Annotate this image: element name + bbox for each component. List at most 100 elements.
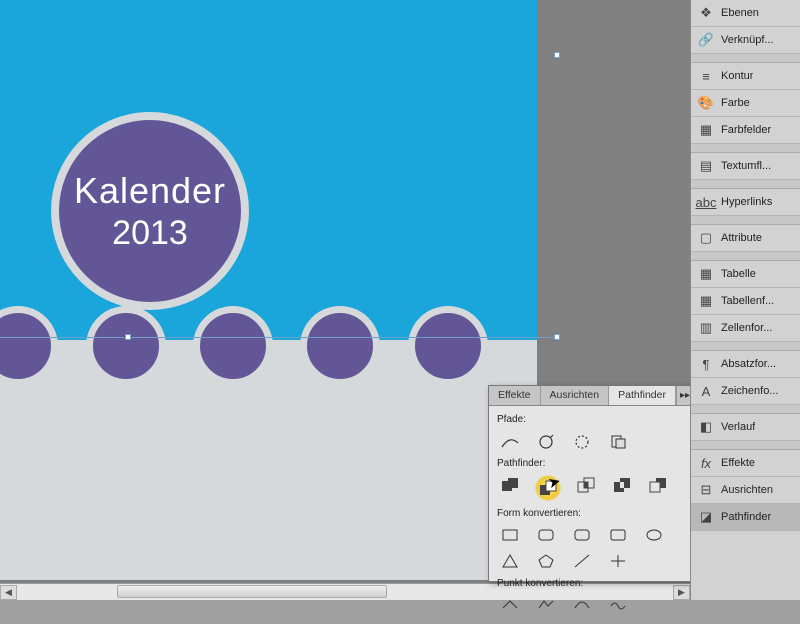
panel-textumfluss[interactable]: ▤ Textumfl... — [691, 153, 800, 180]
title-text-2: 2013 — [112, 214, 188, 253]
panel-separator — [691, 216, 800, 225]
charstyles-icon: A — [697, 383, 715, 399]
selection-handle[interactable] — [554, 52, 560, 58]
panel-separator — [691, 342, 800, 351]
panel-separator — [691, 54, 800, 63]
panel-farbe[interactable]: 🎨 Farbe — [691, 90, 800, 117]
panel-label: Ebenen — [721, 7, 759, 19]
stroke-icon: ≡ — [697, 68, 715, 84]
shape-inverserect-icon[interactable] — [607, 525, 629, 545]
pathfinder-intersect-icon[interactable] — [575, 475, 597, 495]
attributes-icon: ▢ — [697, 230, 715, 246]
shape-orthogonal-icon[interactable] — [607, 551, 629, 571]
pathfinder-add-icon[interactable] — [499, 475, 521, 495]
title-text-1: Kalender — [74, 170, 226, 212]
path-open-icon[interactable] — [535, 431, 557, 451]
pathfinder-minus-back-icon[interactable] — [647, 475, 669, 495]
parastyles-icon: ¶ — [697, 356, 715, 372]
tab-ausrichten[interactable]: Ausrichten — [541, 386, 610, 405]
panel-label: Hyperlinks — [721, 196, 772, 208]
table-icon: ▦ — [697, 266, 715, 282]
panel-label: Farbfelder — [721, 124, 771, 136]
shape-bevelrect-icon[interactable] — [571, 525, 593, 545]
selection-handle[interactable] — [554, 334, 560, 340]
side-dock: ❖Ebenen 🔗Verknüpf... ≡Kontur 🎨Farbe ▦Far… — [690, 0, 800, 600]
panel-hyperlinks[interactable]: abc Hyperlinks — [691, 189, 800, 216]
panel-effekte[interactable]: fx Effekte — [691, 450, 800, 477]
shape-roundrect-icon[interactable] — [535, 525, 557, 545]
panel-label: Attribute — [721, 232, 762, 244]
panel-tabelle[interactable]: ▦Tabelle — [691, 261, 800, 288]
section-convert-shape-label: Form konvertieren: — [497, 508, 685, 519]
layers-icon: ❖ — [697, 5, 715, 21]
section-convert-point-label: Punkt konvertieren: — [497, 578, 685, 589]
effects-icon: fx — [697, 455, 715, 471]
panel-label: Verlauf — [721, 421, 755, 433]
panel-label: Farbe — [721, 97, 750, 109]
artboard[interactable]: Kalender 2013 — [0, 0, 537, 580]
section-pathfinder-label: Pathfinder: — [497, 458, 685, 469]
panel-absatzformate[interactable]: ¶ Absatzfor... — [691, 351, 800, 378]
point-symmetrical-icon[interactable] — [607, 595, 629, 615]
panel-pathfinder[interactable]: ◪ Pathfinder — [691, 504, 800, 531]
panel-verlauf[interactable]: ◧ Verlauf — [691, 414, 800, 441]
point-corner-icon[interactable] — [535, 595, 557, 615]
panel-label: Effekte — [721, 457, 755, 469]
gradient-icon: ◧ — [697, 419, 715, 435]
shape-line-icon[interactable] — [571, 551, 593, 571]
tab-effekte[interactable]: Effekte — [489, 386, 541, 405]
panel-verknuepfungen[interactable]: 🔗 Verknüpf... — [691, 27, 800, 54]
scroll-thumb[interactable] — [117, 585, 387, 598]
panel-label: Zellenfor... — [721, 322, 772, 334]
cellstyles-icon: ▥ — [697, 320, 715, 336]
title-circle[interactable]: Kalender 2013 — [51, 112, 249, 310]
panel-separator — [691, 405, 800, 414]
panel-ausrichten[interactable]: ⊟Ausrichten — [691, 477, 800, 504]
links-icon: 🔗 — [697, 32, 715, 48]
shape-rect-icon[interactable] — [499, 525, 521, 545]
decor-circle-3[interactable] — [193, 306, 273, 386]
decor-circle-5[interactable] — [408, 306, 488, 386]
panel-label: Absatzfor... — [721, 358, 776, 370]
panel-label: Verknüpf... — [721, 34, 774, 46]
panel-separator — [691, 252, 800, 261]
path-reverse-icon[interactable] — [607, 431, 629, 451]
path-close-icon[interactable] — [571, 431, 593, 451]
pathfinder-icon: ◪ — [697, 509, 715, 525]
section-paths-label: Pfade: — [497, 414, 685, 425]
panel-label: Kontur — [721, 70, 753, 82]
panel-attribute[interactable]: ▢ Attribute — [691, 225, 800, 252]
hyperlinks-icon: abc — [697, 194, 715, 210]
selection-edge — [0, 337, 560, 338]
pathfinder-panel[interactable]: Effekte Ausrichten Pathfinder ▸▸ Pfade: … — [488, 385, 694, 582]
panel-tabellenformate[interactable]: ▦Tabellenf... — [691, 288, 800, 315]
align-icon: ⊟ — [697, 482, 715, 498]
panel-kontur[interactable]: ≡ Kontur — [691, 63, 800, 90]
panel-label: Pathfinder — [721, 511, 771, 523]
shape-triangle-icon[interactable] — [499, 551, 521, 571]
panel-zeichenformate[interactable]: A Zeichenfo... — [691, 378, 800, 405]
tab-pathfinder[interactable]: Pathfinder — [609, 386, 676, 405]
selection-handle[interactable] — [125, 334, 131, 340]
panel-farbfelder[interactable]: ▦Farbfelder — [691, 117, 800, 144]
panel-ebenen[interactable]: ❖ Ebenen — [691, 0, 800, 27]
shape-polygon-icon[interactable] — [535, 551, 557, 571]
panel-tabs: Effekte Ausrichten Pathfinder ▸▸ — [489, 386, 693, 406]
pathfinder-exclude-icon[interactable] — [611, 475, 633, 495]
path-join-icon[interactable] — [499, 431, 521, 451]
textwrap-icon: ▤ — [697, 158, 715, 174]
panel-label: Textumfl... — [721, 160, 771, 172]
panel-separator — [691, 144, 800, 153]
color-icon: 🎨 — [697, 95, 715, 111]
scroll-left-icon[interactable]: ◀ — [0, 585, 17, 600]
panel-label: Zeichenfo... — [721, 385, 778, 397]
shape-ellipse-icon[interactable] — [643, 525, 665, 545]
decor-circle-4[interactable] — [300, 306, 380, 386]
decor-circle-2[interactable] — [86, 306, 166, 386]
point-plain-icon[interactable] — [499, 595, 521, 615]
panel-zellenformate[interactable]: ▥ Zellenfor... — [691, 315, 800, 342]
panel-separator — [691, 180, 800, 189]
pathfinder-subtract-icon[interactable] — [535, 475, 561, 501]
point-smooth-icon[interactable] — [571, 595, 593, 615]
panel-separator — [691, 441, 800, 450]
